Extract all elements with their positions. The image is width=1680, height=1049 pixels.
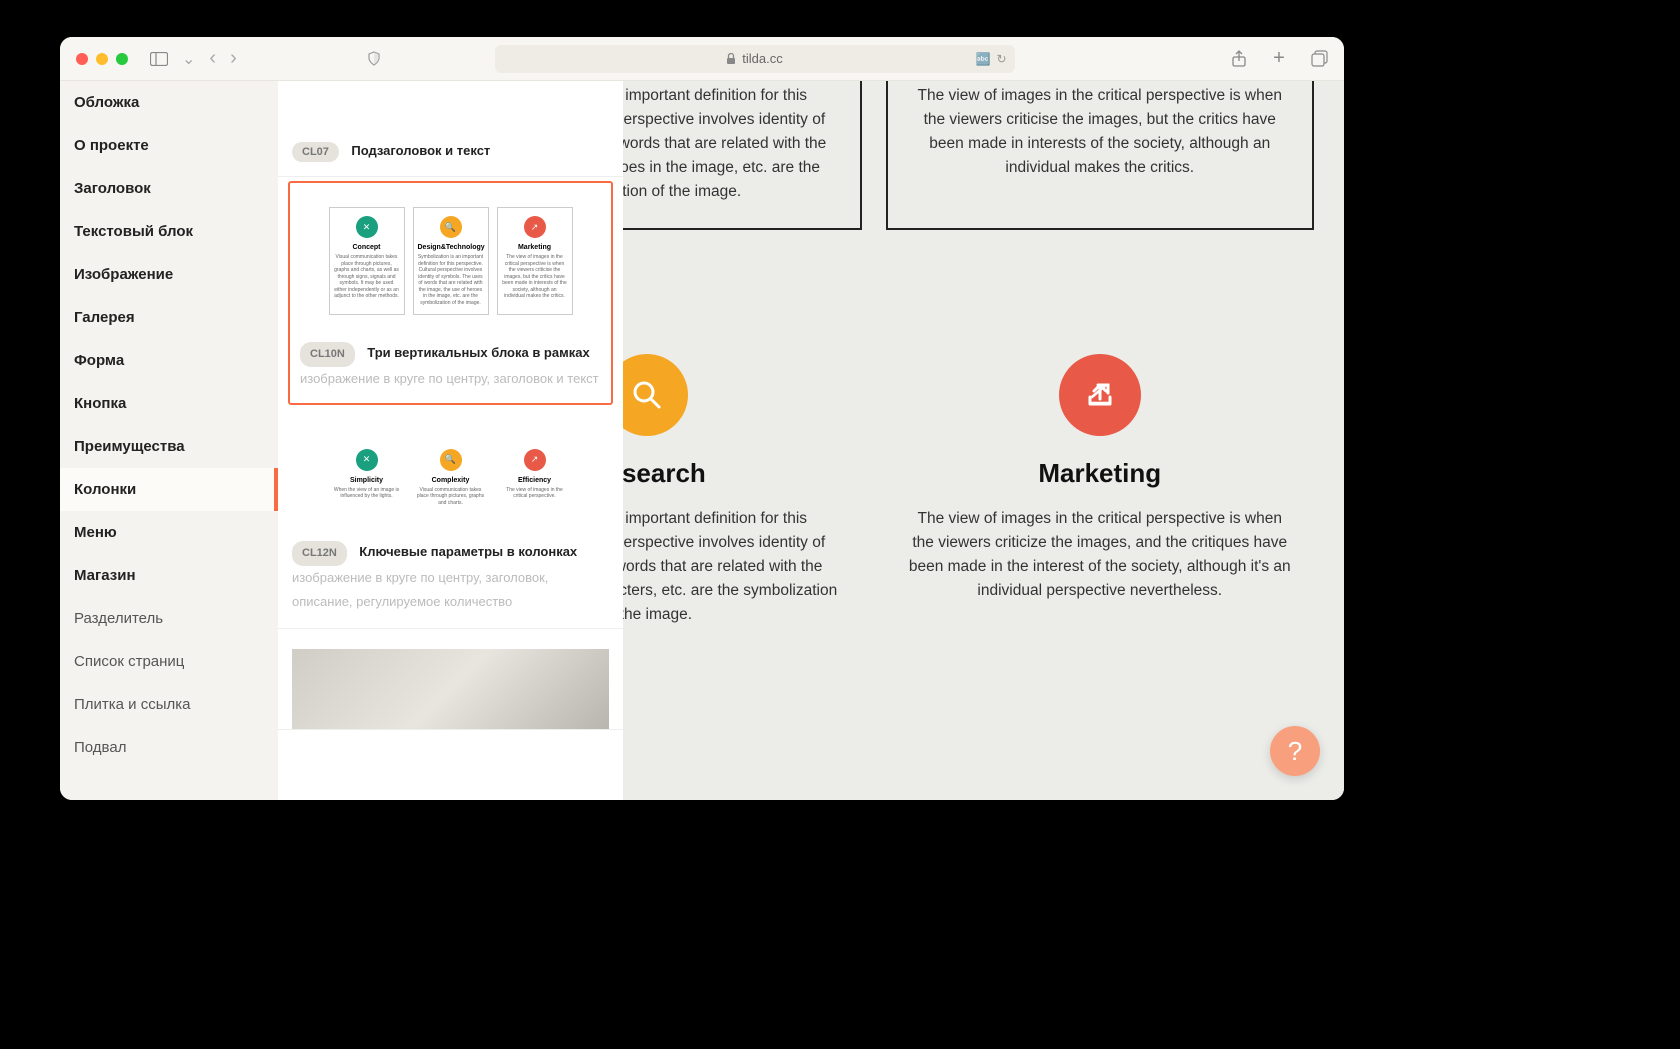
feature-card[interactable]: Marketing The view of images in the crit… [886,330,1315,651]
sidebar-item-features[interactable]: Преимущества [60,425,278,468]
block-preview: ✕ Simplicity When the view of an image i… [292,425,609,531]
close-window-button[interactable] [76,53,88,65]
sidebar-item-form[interactable]: Форма [60,339,278,382]
sidebar-toggle-icon[interactable] [150,50,168,68]
block-description: изображение в круге по центру, заголовок… [300,371,599,386]
block-cl10n[interactable]: ✕ Concept Visual communication takes pla… [288,181,613,405]
sidebar-item-about[interactable]: О проекте [60,124,278,167]
block-cl07[interactable]: CL07 Подзаголовок и текст [278,81,623,177]
help-button[interactable]: ? [1270,726,1320,776]
page-canvas: Исследование Symbolization is an importa… [623,81,1344,800]
sidebar-item-columns[interactable]: Колонки [60,468,278,511]
card-text: The view of images in the critical persp… [906,507,1295,603]
sidebar-item-pagelist[interactable]: Список страниц [60,640,278,683]
block-cl12n[interactable]: ✕ Simplicity When the view of an image i… [278,415,623,629]
sidebar-item-divider[interactable]: Разделитель [60,597,278,640]
url-text: tilda.cc [742,51,782,66]
block-title: Подзаголовок и текст [351,143,490,158]
browser-window: ⌄ ‹ › tilda.cc 🔤 ↻ + [60,37,1344,800]
back-button[interactable]: ‹ [209,47,216,70]
share-icon [1059,354,1141,436]
share-icon: ↗ [524,216,546,238]
shield-icon[interactable] [365,50,383,68]
search-icon [623,354,688,436]
titlebar: ⌄ ‹ › tilda.cc 🔤 ↻ + [60,37,1344,81]
block-code-badge: CL12N [292,541,347,566]
feature-card[interactable]: Marketing The view of images in the crit… [886,81,1315,230]
preview-image-placeholder [292,649,609,729]
sidebar-item-text[interactable]: Текстовый блок [60,210,278,253]
sidebar-item-menu[interactable]: Меню [60,511,278,554]
block-preview: ✕ Concept Visual communication takes pla… [300,191,601,331]
new-tab-icon[interactable]: + [1270,50,1288,68]
lock-icon [726,53,736,65]
reload-icon[interactable]: ↻ [996,52,1006,66]
tabs-overview-icon[interactable] [1310,50,1328,68]
card-text: Symbolization is an important definition… [623,84,840,204]
sidebar-dropdown-icon[interactable]: ⌄ [182,49,195,69]
sidebar-item-store[interactable]: Магазин [60,554,278,597]
forward-button[interactable]: › [230,47,237,70]
block-title: Ключевые параметры в колонках [359,544,577,559]
sidebar-item-tile-link[interactable]: Плитка и ссылка [60,683,278,726]
feature-card[interactable]: Исследование Symbolization is an importa… [623,81,862,230]
page-content: Обложка О проекте Заголовок Текстовый бл… [60,81,1344,800]
card-text: Symbolization is an important definition… [623,507,842,627]
address-bar[interactable]: tilda.cc 🔤 ↻ [495,45,1015,73]
window-controls [76,53,128,65]
minimize-window-button[interactable] [96,53,108,65]
search-icon: 🔍 [440,216,462,238]
card-title: Research [623,458,842,489]
sidebar-item-cover[interactable]: Обложка [60,81,278,124]
shuffle-icon: ✕ [356,449,378,471]
shuffle-icon: ✕ [356,216,378,238]
block-code-badge: CL07 [292,142,339,162]
sidebar-item-button[interactable]: Кнопка [60,382,278,425]
sidebar-item-title[interactable]: Заголовок [60,167,278,210]
card-text: The view of images in the critical persp… [908,84,1293,180]
maximize-window-button[interactable] [116,53,128,65]
block-code-badge: CL10N [300,342,355,367]
feature-card[interactable]: Research Symbolization is an important d… [623,330,862,651]
reader-icon[interactable]: 🔤 [975,52,990,66]
block-library: CL07 Подзаголовок и текст ✕ Concept Visu… [278,81,623,800]
search-icon: 🔍 [440,449,462,471]
category-sidebar: Обложка О проекте Заголовок Текстовый бл… [60,81,278,800]
sidebar-item-footer[interactable]: Подвал [60,726,278,769]
block-title: Три вертикальных блока в рамках [367,345,589,360]
share-icon: ↗ [524,449,546,471]
block-next[interactable] [278,629,623,730]
share-icon[interactable] [1230,50,1248,68]
block-description: изображение в круге по центру, заголовок… [292,570,548,609]
sidebar-item-image[interactable]: Изображение [60,253,278,296]
card-title: Marketing [906,458,1295,489]
sidebar-item-gallery[interactable]: Галерея [60,296,278,339]
